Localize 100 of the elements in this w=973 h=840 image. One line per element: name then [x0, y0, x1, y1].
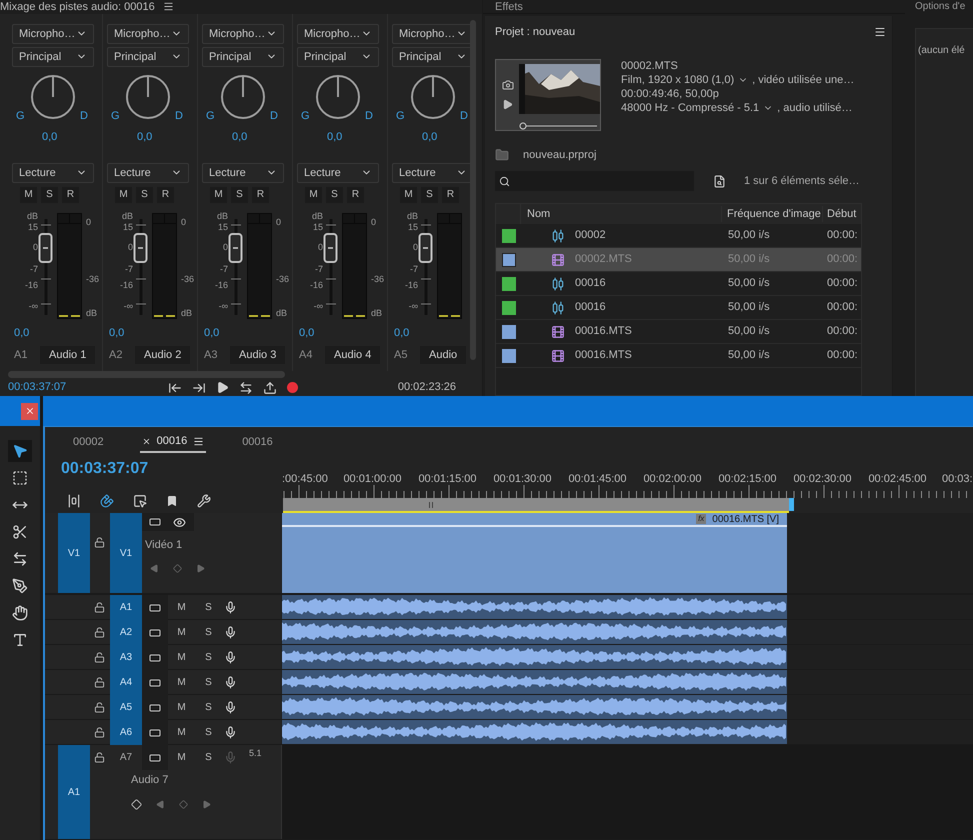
- track-toggle[interactable]: M: [168, 750, 195, 765]
- sequence-tab[interactable]: 00016: [242, 431, 273, 453]
- lock-icon[interactable]: [94, 702, 105, 713]
- input-dropdown[interactable]: Micropho…: [202, 24, 284, 44]
- pan-knob[interactable]: [125, 74, 171, 120]
- record-button[interactable]: [287, 382, 298, 394]
- output-toggle-icon[interactable]: [149, 652, 161, 664]
- playhead-marker[interactable]: [789, 498, 794, 511]
- audio-clip[interactable]: [282, 695, 787, 719]
- track-target[interactable]: A2: [110, 620, 142, 645]
- output-dropdown[interactable]: Principal: [12, 46, 94, 67]
- add-keyframe-icon[interactable]: [173, 564, 182, 572]
- close-icon[interactable]: [142, 436, 151, 446]
- output-dropdown[interactable]: Principal: [202, 46, 284, 67]
- go-to-out-icon[interactable]: [192, 380, 206, 395]
- output-toggle-icon[interactable]: [149, 676, 161, 688]
- play-icon[interactable]: [502, 99, 513, 110]
- volume-fader[interactable]: [323, 218, 339, 315]
- track-target[interactable]: V1: [110, 513, 142, 593]
- track-toggle[interactable]: M: [168, 675, 195, 690]
- microphone-icon[interactable]: [224, 651, 237, 664]
- microphone-icon[interactable]: [224, 726, 237, 739]
- volume-fader[interactable]: [418, 218, 434, 315]
- track-toggle[interactable]: M: [168, 600, 195, 615]
- track-name[interactable]: Audio 4: [325, 346, 380, 364]
- track-toggle[interactable]: R: [442, 186, 459, 203]
- track-target[interactable]: A4: [110, 670, 142, 695]
- lock-icon[interactable]: [94, 752, 105, 763]
- magnet-icon[interactable]: [100, 494, 114, 508]
- label-swatch[interactable]: [502, 276, 516, 290]
- previous-keyframe-icon[interactable]: [150, 564, 159, 572]
- input-dropdown[interactable]: Micropho…: [297, 24, 379, 44]
- audio-clip[interactable]: [282, 670, 787, 694]
- linked-selection-icon[interactable]: [133, 494, 147, 508]
- volume-value[interactable]: 0,0: [394, 326, 410, 340]
- fx-badge[interactable]: fx: [696, 514, 706, 524]
- track-toggle[interactable]: M: [168, 700, 195, 715]
- output-toggle-icon[interactable]: [149, 602, 161, 614]
- output-toggle-icon[interactable]: [149, 702, 161, 714]
- previous-keyframe-icon[interactable]: [156, 800, 165, 808]
- volume-value[interactable]: 0,0: [14, 326, 30, 340]
- microphone-icon[interactable]: [224, 676, 237, 689]
- track-name[interactable]: Audio 3: [230, 346, 286, 364]
- track-toggle[interactable]: S: [231, 186, 248, 203]
- track-name[interactable]: Audio: [420, 346, 466, 364]
- track-toggle[interactable]: S: [326, 186, 343, 203]
- audio-clip[interactable]: [282, 720, 787, 744]
- close-button[interactable]: [21, 402, 38, 420]
- menu-icon[interactable]: [874, 26, 886, 38]
- source-patch[interactable]: A1: [58, 745, 90, 839]
- audio-clip[interactable]: [282, 620, 787, 644]
- label-swatch[interactable]: [502, 252, 516, 266]
- volume-value[interactable]: 0,0: [109, 326, 124, 340]
- lock-icon[interactable]: [94, 602, 105, 613]
- project-row[interactable]: 00016 50,00 i/s 00:00:: [496, 296, 861, 320]
- track-target[interactable]: A1: [110, 595, 142, 620]
- current-timecode[interactable]: 00:03:37:07: [8, 379, 168, 396]
- track-toggle[interactable]: R: [252, 186, 269, 203]
- export-icon[interactable]: [263, 380, 277, 395]
- output-dropdown[interactable]: Principal: [107, 46, 189, 67]
- menu-icon[interactable]: [162, 1, 174, 12]
- audio-clip[interactable]: [282, 645, 787, 669]
- track-toggle[interactable]: M: [168, 650, 195, 665]
- track-toggle[interactable]: M: [210, 186, 227, 203]
- preview-thumbnail[interactable]: [495, 58, 601, 130]
- automation-dropdown[interactable]: Lecture: [107, 162, 189, 183]
- panel-title[interactable]: Effets: [495, 0, 523, 12]
- label-swatch[interactable]: [502, 348, 516, 362]
- track-toggle[interactable]: M: [20, 186, 37, 203]
- nest-icon[interactable]: [67, 494, 81, 508]
- column-header[interactable]: Début: [823, 206, 856, 222]
- output-dropdown[interactable]: Principal: [297, 46, 379, 67]
- pan-knob[interactable]: [315, 74, 361, 120]
- track-toggle[interactable]: R: [347, 186, 364, 203]
- microphone-icon[interactable]: [224, 626, 237, 639]
- track-toggle[interactable]: R: [62, 186, 79, 203]
- loop-icon[interactable]: [239, 380, 253, 395]
- volume-value[interactable]: 0,0: [299, 326, 314, 340]
- pan-knob[interactable]: [30, 74, 76, 120]
- track-target[interactable]: A3: [110, 645, 142, 670]
- folder-icon[interactable]: [495, 148, 509, 162]
- playhead-timecode[interactable]: 00:03:37:07: [61, 459, 281, 479]
- track-toggle[interactable]: S: [195, 600, 222, 615]
- panel-title[interactable]: Options d'e: [915, 1, 966, 13]
- lock-icon[interactable]: [94, 727, 105, 738]
- track-name[interactable]: Audio 2: [135, 346, 190, 364]
- marker-icon[interactable]: [166, 495, 178, 507]
- track-toggle[interactable]: S: [195, 725, 222, 740]
- play-icon[interactable]: [216, 381, 229, 394]
- wrench-icon[interactable]: [197, 494, 211, 508]
- pan-value[interactable]: 0,0: [232, 130, 248, 144]
- next-keyframe-icon[interactable]: [196, 564, 205, 572]
- column-header[interactable]: Fréquence d'image: [722, 206, 823, 222]
- microphone-icon[interactable]: [224, 701, 237, 714]
- add-keyframe-icon[interactable]: [179, 800, 188, 808]
- keyframe-icon[interactable]: [131, 798, 142, 810]
- track-toggle[interactable]: M: [305, 186, 322, 203]
- microphone-icon[interactable]: [224, 601, 237, 614]
- input-dropdown[interactable]: Micropho…: [107, 24, 189, 44]
- lock-icon[interactable]: [94, 652, 105, 663]
